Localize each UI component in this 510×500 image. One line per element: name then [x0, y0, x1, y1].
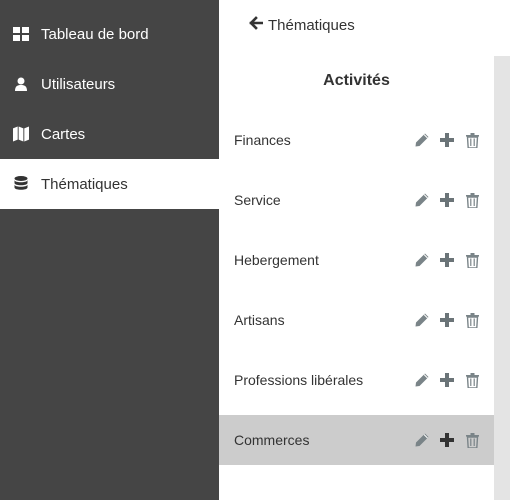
back-link[interactable]: Thématiques [249, 15, 355, 35]
row-actions [414, 432, 480, 448]
plus-icon[interactable] [439, 192, 455, 208]
plus-icon[interactable] [439, 432, 455, 448]
sidebar-item-thematiques[interactable]: Thématiques [0, 159, 219, 209]
dashboard-icon [13, 26, 29, 42]
database-icon [13, 176, 29, 192]
user-icon [13, 76, 29, 92]
row-actions [414, 252, 480, 268]
sidebar-item-dashboard[interactable]: Tableau de bord [0, 9, 219, 59]
pencil-icon[interactable] [414, 192, 430, 208]
map-icon [13, 126, 29, 142]
list-item[interactable]: Artisans [219, 295, 494, 345]
sidebar-item-label: Thématiques [41, 175, 128, 193]
list-item-label: Professions libérales [234, 372, 364, 388]
sidebar-item-label: Utilisateurs [41, 75, 116, 93]
sidebar-item-label: Cartes [41, 125, 86, 143]
plus-icon[interactable] [439, 372, 455, 388]
list-item-label: Finances [234, 132, 291, 148]
scrollbar[interactable] [494, 56, 510, 500]
list-item-label: Hebergement [234, 252, 319, 268]
row-actions [414, 372, 480, 388]
main-content: Thématiques Activités Finances Service H… [219, 0, 510, 500]
plus-icon[interactable] [439, 312, 455, 328]
trash-icon[interactable] [464, 312, 480, 328]
plus-icon[interactable] [439, 252, 455, 268]
list-item[interactable]: Service [219, 175, 494, 225]
pencil-icon[interactable] [414, 312, 430, 328]
activities-panel: Activités Finances Service Hebergement A… [219, 56, 494, 500]
pencil-icon[interactable] [414, 432, 430, 448]
sidebar: Tableau de bord Utilisateurs Cartes Thém… [0, 0, 219, 500]
sidebar-item-label: Tableau de bord [41, 25, 149, 43]
list-item-label: Artisans [234, 312, 285, 328]
trash-icon[interactable] [464, 192, 480, 208]
row-actions [414, 192, 480, 208]
pencil-icon[interactable] [414, 372, 430, 388]
pencil-icon[interactable] [414, 252, 430, 268]
trash-icon[interactable] [464, 132, 480, 148]
list-item[interactable]: Professions libérales [219, 355, 494, 405]
back-link-label: Thématiques [268, 16, 355, 34]
pencil-icon[interactable] [414, 132, 430, 148]
row-actions [414, 132, 480, 148]
sidebar-item-users[interactable]: Utilisateurs [0, 59, 219, 109]
list-item-label: Commerces [234, 432, 310, 448]
trash-icon[interactable] [464, 252, 480, 268]
row-actions [414, 312, 480, 328]
list-item-label: Service [234, 192, 281, 208]
panel-title: Activités [323, 72, 390, 89]
plus-icon[interactable] [439, 132, 455, 148]
list-item[interactable]: Hebergement [219, 235, 494, 285]
sidebar-item-maps[interactable]: Cartes [0, 109, 219, 159]
list-item[interactable]: Commerces [219, 415, 494, 465]
trash-icon[interactable] [464, 372, 480, 388]
trash-icon[interactable] [464, 432, 480, 448]
arrow-left-icon [249, 16, 268, 34]
list-item[interactable]: Finances [219, 115, 494, 165]
